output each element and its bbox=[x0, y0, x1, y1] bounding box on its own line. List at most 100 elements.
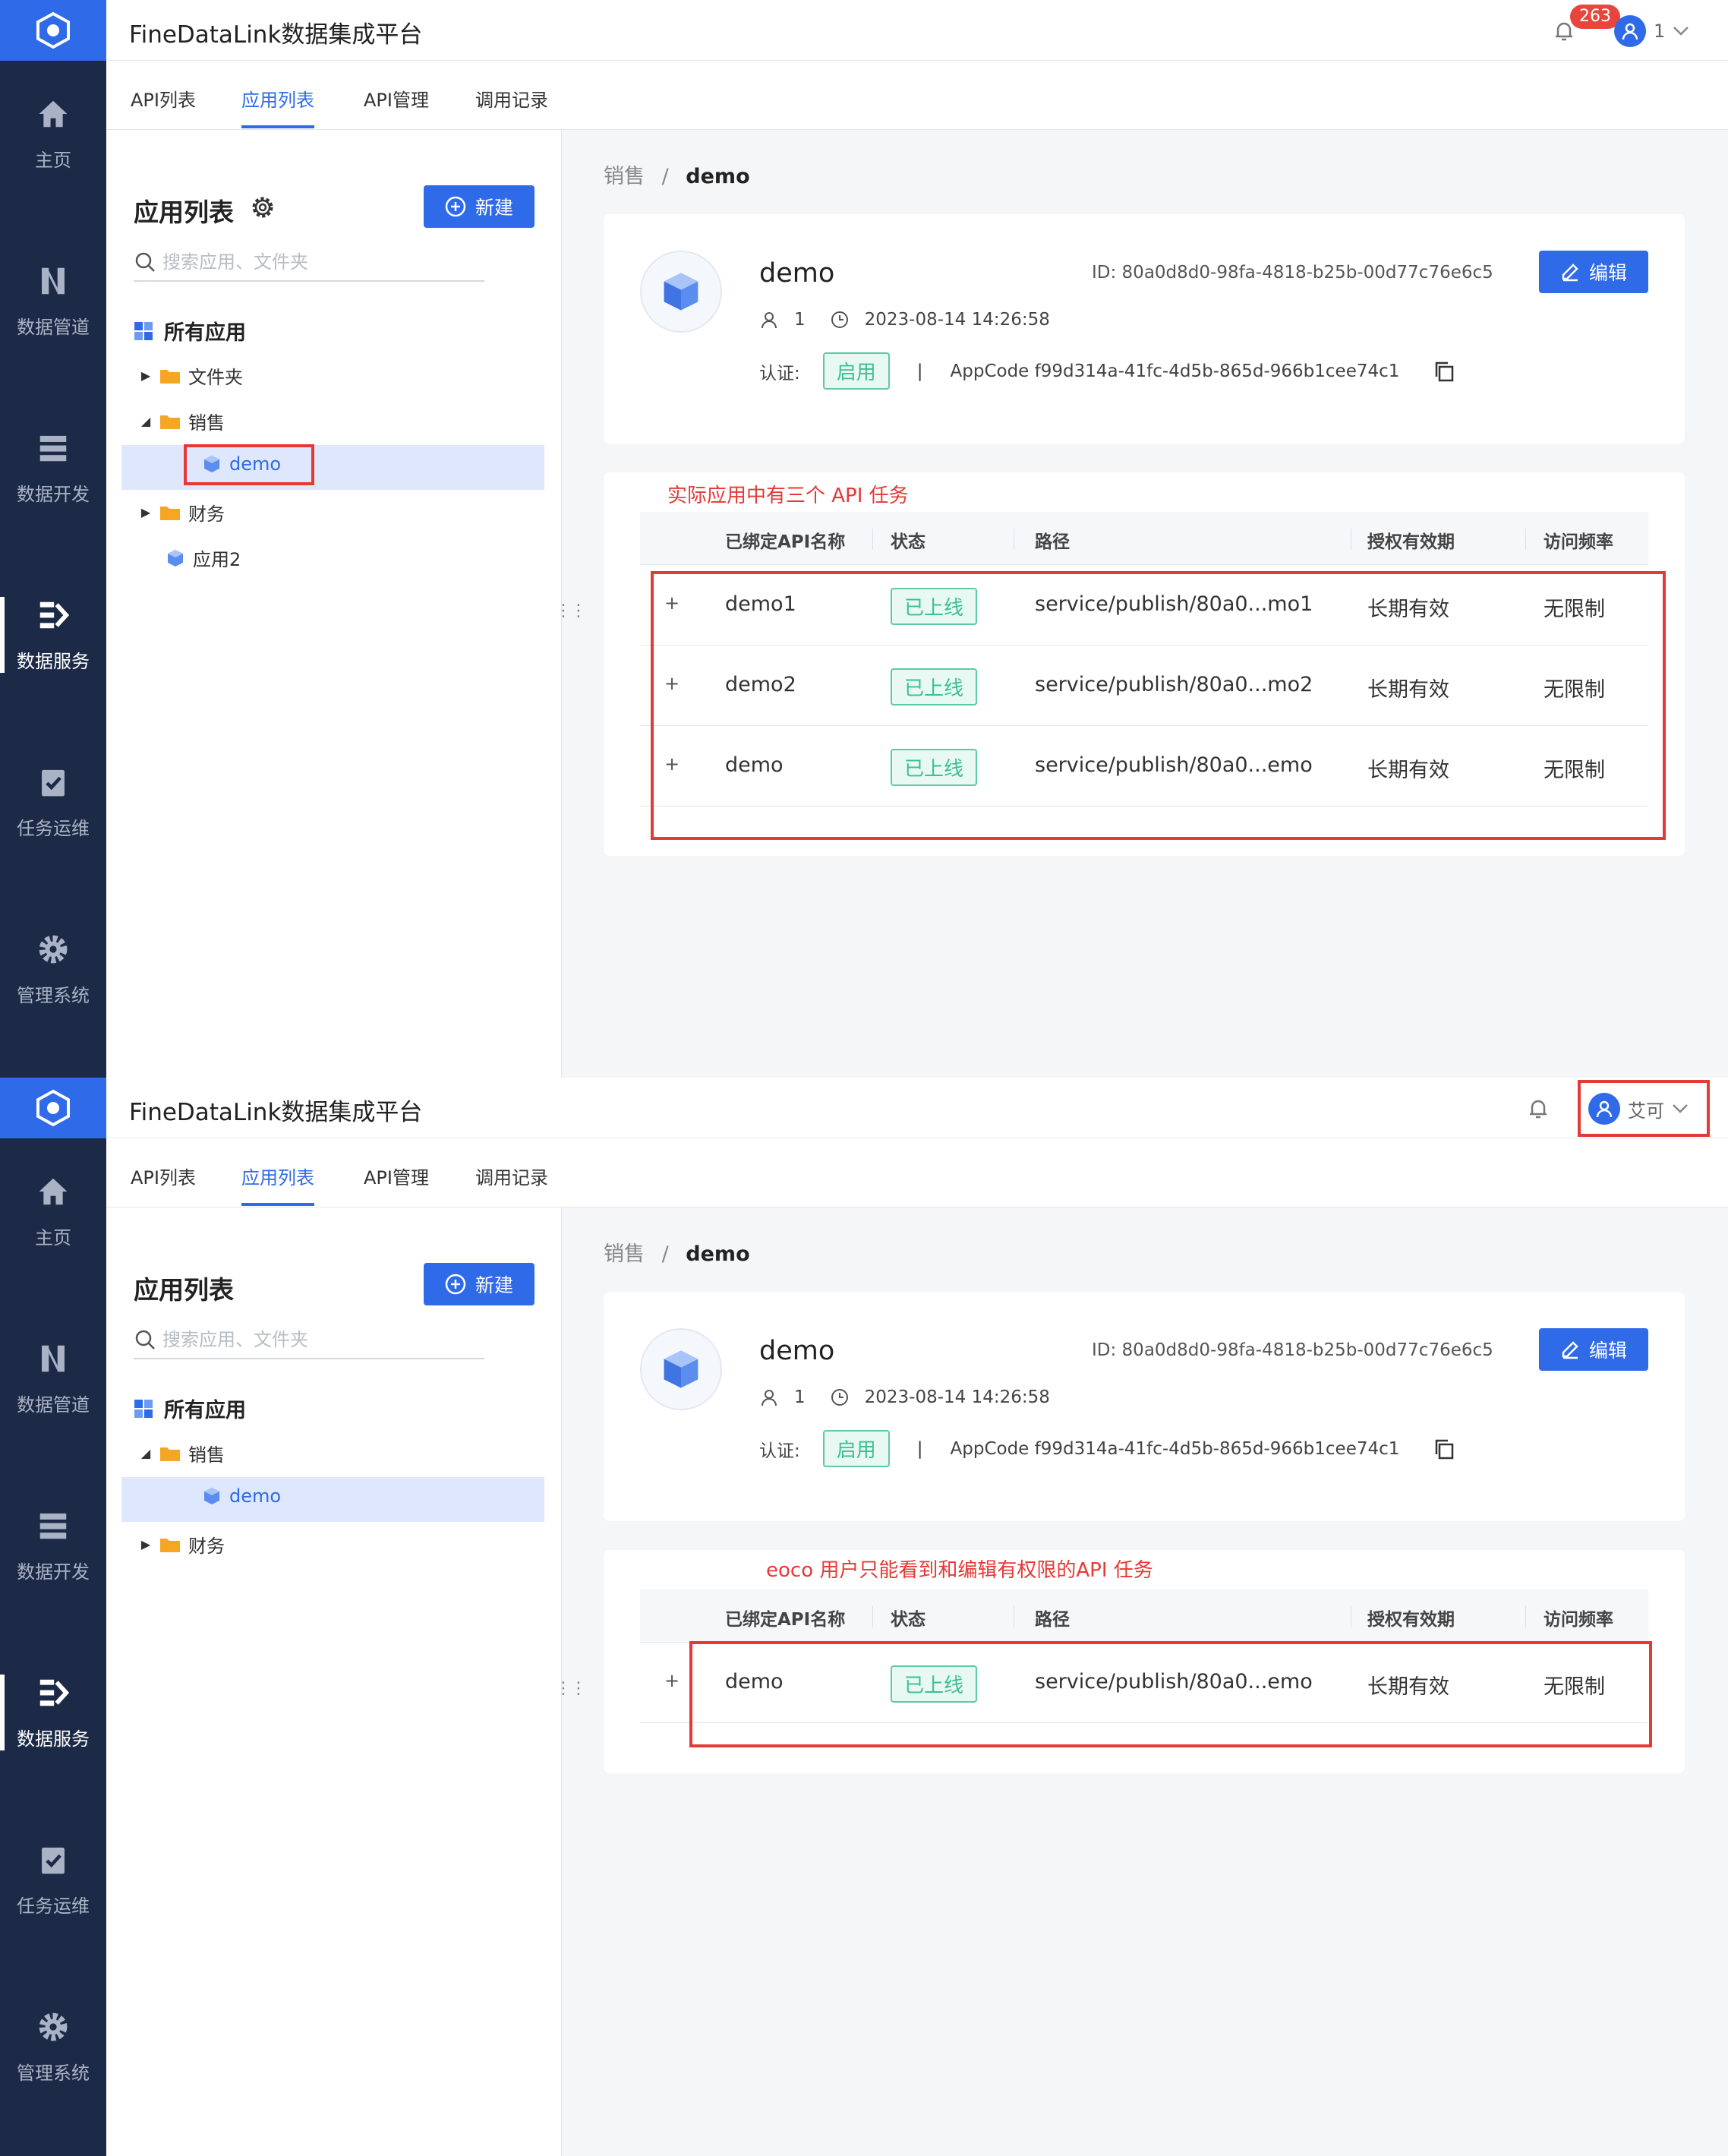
table-header: 已绑定API名称 状态 路径 授权有效期 访问频率 bbox=[640, 1589, 1648, 1643]
tree-app-selected[interactable]: demo bbox=[202, 1485, 281, 1507]
caret-right-icon: ▶ bbox=[140, 368, 151, 383]
clock-icon bbox=[831, 1389, 848, 1406]
tab-call-records[interactable]: 调用记录 bbox=[475, 1163, 548, 1189]
logo[interactable] bbox=[0, 0, 106, 61]
tab-api-list[interactable]: API列表 bbox=[131, 85, 196, 112]
annotation-box bbox=[1578, 1080, 1710, 1137]
expand-icon[interactable]: + bbox=[664, 1670, 680, 1691]
table-header: 已绑定API名称 状态 路径 授权有效期 访问频率 bbox=[640, 512, 1648, 565]
logo[interactable] bbox=[0, 1078, 106, 1138]
bell-icon[interactable] bbox=[1526, 1096, 1550, 1120]
tree-folder[interactable]: ▶ 财务 bbox=[140, 1531, 225, 1558]
auth-status-tag: 启用 bbox=[822, 1430, 890, 1467]
app-title: FineDataLink数据集成平台 bbox=[129, 1099, 423, 1126]
top-bar: FineDataLink数据集成平台 艾可 bbox=[106, 1078, 1728, 1138]
caret-right-icon: ▶ bbox=[140, 1537, 151, 1551]
grid-icon bbox=[134, 321, 153, 340]
tree-folder[interactable]: ◢ 销售 bbox=[140, 1440, 225, 1466]
app-code: AppCode f99d314a-41fc-4d5b-865d-966b1cee… bbox=[950, 1438, 1400, 1459]
tree-all-apps[interactable]: 所有应用 bbox=[134, 316, 246, 346]
tab-app-list[interactable]: 应用列表 bbox=[241, 1163, 314, 1189]
app-created-time: 2023-08-14 14:26:58 bbox=[864, 310, 1050, 330]
tree-folder[interactable]: ◢ 销售 bbox=[140, 408, 225, 434]
ops-icon bbox=[42, 1847, 65, 1873]
tree-all-apps[interactable]: 所有应用 bbox=[134, 1394, 246, 1423]
resize-handle[interactable]: ⋮⋮ bbox=[555, 603, 587, 620]
user-icon bbox=[762, 1390, 777, 1406]
resize-handle[interactable]: ⋮⋮ bbox=[555, 1681, 587, 1697]
folder-icon bbox=[160, 369, 180, 384]
nav-dev[interactable]: 数据开发 bbox=[0, 407, 106, 529]
cube-icon bbox=[664, 1350, 698, 1388]
user-menu[interactable]: 1 bbox=[1614, 14, 1689, 49]
notification-badge: 263 bbox=[1570, 5, 1620, 29]
tab-api-manage[interactable]: API管理 bbox=[364, 85, 429, 112]
edit-button[interactable]: 编辑 bbox=[1539, 251, 1648, 293]
new-app-button[interactable]: 新建 bbox=[424, 185, 534, 228]
gear-icon bbox=[39, 935, 68, 963]
tab-active-indicator bbox=[241, 125, 314, 128]
plus-circle-icon bbox=[445, 196, 466, 217]
nav-admin[interactable]: 管理系统 bbox=[0, 908, 106, 1030]
caret-down-icon: ◢ bbox=[140, 414, 151, 428]
annotation-box bbox=[651, 571, 1666, 840]
tab-api-manage[interactable]: API管理 bbox=[364, 1163, 429, 1189]
left-nav: 主页 数据管道 数据开发 数据服务 任务运维 管理系统 bbox=[0, 0, 106, 1078]
folder-icon bbox=[160, 506, 180, 520]
clock-icon bbox=[831, 311, 848, 328]
breadcrumb: 销售 / demo bbox=[604, 1242, 750, 1266]
user-icon bbox=[762, 312, 777, 329]
tab-app-list[interactable]: 应用列表 bbox=[241, 85, 314, 112]
ops-icon bbox=[42, 769, 65, 796]
app-meta: 1 2023-08-14 14:26:58 bbox=[759, 1387, 1050, 1407]
annotation-box bbox=[689, 1641, 1652, 1747]
app-name: demo bbox=[759, 1336, 835, 1366]
settings-gear-icon[interactable] bbox=[249, 194, 276, 221]
copy-icon[interactable] bbox=[1433, 1438, 1455, 1460]
tree-folder[interactable]: ▶ 文件夹 bbox=[140, 362, 243, 389]
panel-title: 应用列表 bbox=[134, 1275, 234, 1305]
tree-folder[interactable]: ▶ 财务 bbox=[140, 499, 225, 526]
nav-home[interactable]: 主页 bbox=[0, 1151, 106, 1272]
tab-call-records[interactable]: 调用记录 bbox=[475, 85, 548, 112]
tab-active-indicator bbox=[241, 1203, 314, 1206]
tab-bar: API列表 应用列表 API管理 调用记录 bbox=[106, 61, 1728, 130]
grid-icon bbox=[134, 1399, 153, 1418]
screenshot-2: 主页 数据管道 数据开发 数据服务 任务运维 管理系统 FineDataLink… bbox=[0, 1078, 1728, 2156]
copy-icon[interactable] bbox=[1433, 360, 1455, 383]
search-input[interactable] bbox=[162, 1329, 466, 1350]
user-icon bbox=[1614, 15, 1646, 47]
auth-row: 认证: 启用 | AppCode f99d314a-41fc-4d5b-865d… bbox=[759, 1430, 1455, 1467]
app-meta: 1 2023-08-14 14:26:58 bbox=[759, 310, 1050, 330]
nav-ops[interactable]: 任务运维 bbox=[0, 741, 106, 863]
app-tree-panel: 应用列表 新建 所有应用 ▶ 文件夹 ◢ 销售 demo bbox=[106, 130, 562, 1078]
tab-api-list[interactable]: API列表 bbox=[131, 1163, 196, 1189]
app-title: FineDataLink数据集成平台 bbox=[129, 21, 423, 49]
caret-down-icon: ◢ bbox=[140, 1446, 151, 1460]
app-id: ID: 80a0d8d0-98fa-4818-b25b-00d77c76e6c5 bbox=[1092, 263, 1493, 283]
nav-dev[interactable]: 数据开发 bbox=[0, 1485, 106, 1606]
app-avatar bbox=[640, 251, 722, 333]
dev-icon bbox=[39, 435, 67, 461]
tree-app[interactable]: 应用2 bbox=[166, 545, 241, 571]
edit-button[interactable]: 编辑 bbox=[1539, 1328, 1648, 1371]
annotation-box bbox=[184, 444, 314, 485]
app-owner: 1 bbox=[794, 310, 806, 330]
nav-service[interactable]: 数据服务 bbox=[0, 574, 106, 696]
app-info-card: demo ID: 80a0d8d0-98fa-4818-b25b-00d77c7… bbox=[604, 1292, 1685, 1521]
nav-pipeline[interactable]: 数据管道 bbox=[0, 240, 106, 361]
nav-service[interactable]: 数据服务 bbox=[0, 1652, 106, 1773]
pipeline-icon bbox=[42, 1345, 65, 1372]
breadcrumb: 销售 / demo bbox=[604, 165, 750, 188]
cube-icon bbox=[168, 549, 183, 567]
search-input[interactable] bbox=[162, 251, 466, 273]
new-app-button[interactable]: 新建 bbox=[424, 1263, 534, 1305]
app-code: AppCode f99d314a-41fc-4d5b-865d-966b1cee… bbox=[950, 361, 1400, 381]
nav-home[interactable]: 主页 bbox=[0, 73, 106, 194]
logo-icon bbox=[36, 11, 70, 49]
nav-admin[interactable]: 管理系统 bbox=[0, 1986, 106, 2107]
nav-ops[interactable]: 任务运维 bbox=[0, 1819, 106, 1940]
tab-bar: API列表 应用列表 API管理 调用记录 bbox=[106, 1138, 1728, 1207]
user-name: 1 bbox=[1654, 21, 1666, 42]
nav-pipeline[interactable]: 数据管道 bbox=[0, 1318, 106, 1439]
